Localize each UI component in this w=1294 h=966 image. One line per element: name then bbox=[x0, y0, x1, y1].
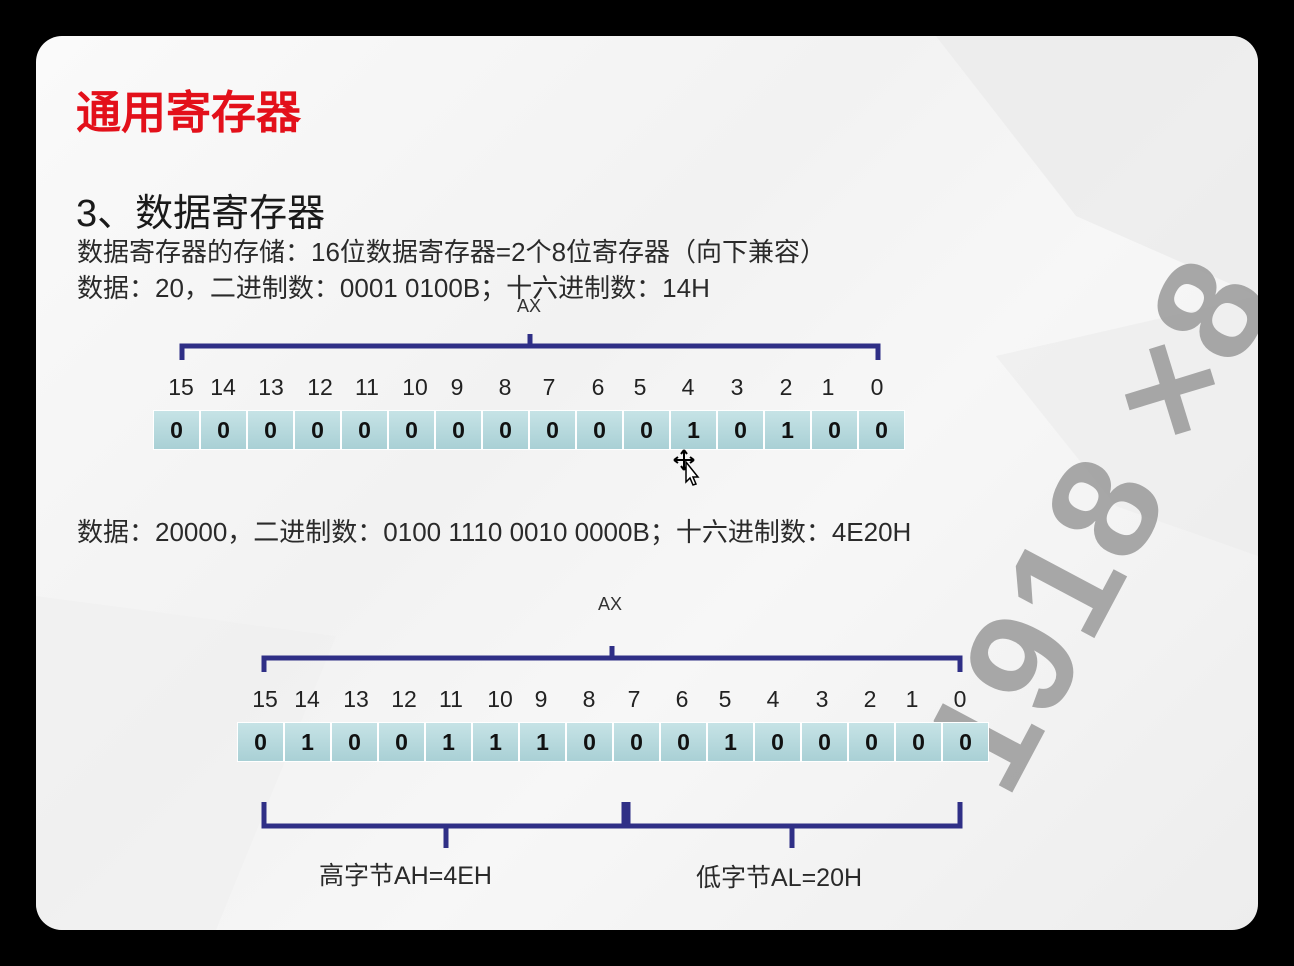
bit-cell: 0 bbox=[482, 410, 529, 450]
bit-number: 1 bbox=[905, 686, 919, 712]
bit-cell: 0 bbox=[331, 722, 378, 762]
move-cursor-icon bbox=[673, 449, 700, 486]
bit-cell: 0 bbox=[566, 722, 613, 762]
bit-cell: 1 bbox=[472, 722, 519, 762]
bit-cell: 0 bbox=[294, 410, 341, 450]
bit-cell: 0 bbox=[388, 410, 435, 450]
slide: 1918 ×8 通用寄存器 3、数据寄存器 数据寄存器的存储：16位数据寄存器=… bbox=[36, 36, 1258, 930]
bit-cell: 0 bbox=[237, 722, 284, 762]
bit-number: 7 bbox=[627, 686, 641, 712]
bit-numbers-2: 15 14 13 12 11 10 9 8 7 6 5 4 3 2 1 0 bbox=[36, 686, 1258, 716]
high-byte-brace bbox=[261, 802, 627, 848]
bit-number: 8 bbox=[582, 686, 596, 712]
bit-cell: 1 bbox=[707, 722, 754, 762]
bit-cell: 1 bbox=[284, 722, 331, 762]
bit-number: 5 bbox=[633, 374, 647, 400]
ax-brace-1 bbox=[179, 334, 881, 360]
bit-cell: 1 bbox=[764, 410, 811, 450]
ax-label-1: AX bbox=[517, 296, 542, 316]
bit-number: 12 bbox=[391, 686, 417, 712]
bit-number: 4 bbox=[766, 686, 780, 712]
bit-cell: 0 bbox=[848, 722, 895, 762]
bit-number: 14 bbox=[210, 374, 236, 400]
bit-numbers-1: 15 14 13 12 11 10 9 8 7 6 5 4 3 2 1 0 bbox=[36, 374, 1258, 404]
bit-number: 6 bbox=[675, 686, 689, 712]
bit-number: 13 bbox=[258, 374, 284, 400]
bit-number: 14 bbox=[294, 686, 320, 712]
bit-cell: 0 bbox=[623, 410, 670, 450]
slide-title: 通用寄存器 bbox=[76, 86, 302, 139]
register-ax-2: 0100111000100000 bbox=[237, 722, 989, 764]
bit-cell: 0 bbox=[247, 410, 294, 450]
bit-cell: 0 bbox=[811, 410, 858, 450]
bit-cell: 0 bbox=[754, 722, 801, 762]
register-ax-1: 0000000000010100 bbox=[153, 410, 905, 452]
bit-cell: 0 bbox=[942, 722, 989, 762]
bit-cell: 1 bbox=[425, 722, 472, 762]
bit-number: 1 bbox=[821, 374, 835, 400]
bit-number: 9 bbox=[534, 686, 548, 712]
low-byte-brace bbox=[625, 802, 963, 848]
low-byte-label: 低字节AL=20H bbox=[696, 864, 863, 892]
bit-number: 3 bbox=[815, 686, 829, 712]
bit-cell: 0 bbox=[717, 410, 764, 450]
bit-number: 2 bbox=[863, 686, 877, 712]
bit-number: 2 bbox=[779, 374, 793, 400]
bit-cell: 0 bbox=[341, 410, 388, 450]
bit-number: 13 bbox=[343, 686, 369, 712]
bit-cell: 0 bbox=[435, 410, 482, 450]
bit-number: 4 bbox=[681, 374, 695, 400]
storage-description: 数据寄存器的存储：16位数据寄存器=2个8位寄存器（向下兼容） bbox=[77, 237, 827, 267]
bit-cell: 0 bbox=[576, 410, 623, 450]
bit-cell: 0 bbox=[660, 722, 707, 762]
example2-text: 数据：20000，二进制数：0100 1110 0010 0000B；十六进制数… bbox=[77, 517, 912, 547]
bit-number: 11 bbox=[355, 374, 379, 400]
bit-cell: 1 bbox=[519, 722, 566, 762]
bit-number: 5 bbox=[718, 686, 732, 712]
bit-number: 12 bbox=[307, 374, 333, 400]
bit-number: 8 bbox=[498, 374, 512, 400]
bit-number: 10 bbox=[487, 686, 513, 712]
ax-label-2: AX bbox=[598, 594, 623, 614]
bit-cell: 1 bbox=[670, 410, 717, 450]
bit-cell: 0 bbox=[378, 722, 425, 762]
bit-cell: 0 bbox=[895, 722, 942, 762]
bit-number: 15 bbox=[168, 374, 194, 400]
bit-number: 9 bbox=[450, 374, 464, 400]
section-heading: 3、数据寄存器 bbox=[76, 193, 326, 235]
bit-number: 6 bbox=[591, 374, 605, 400]
bit-number: 0 bbox=[870, 374, 884, 400]
bit-cell: 0 bbox=[153, 410, 200, 450]
bit-number: 15 bbox=[252, 686, 278, 712]
bit-number: 10 bbox=[402, 374, 428, 400]
bit-number: 7 bbox=[542, 374, 556, 400]
bit-cell: 0 bbox=[801, 722, 848, 762]
ax-brace-2 bbox=[261, 646, 963, 672]
bit-cell: 0 bbox=[529, 410, 576, 450]
example1-text: 数据：20，二进制数：0001 0100B；十六进制数：14H bbox=[77, 273, 710, 303]
bit-cell: 0 bbox=[858, 410, 905, 450]
bit-cell: 0 bbox=[200, 410, 247, 450]
bit-number: 0 bbox=[953, 686, 967, 712]
bit-number: 3 bbox=[730, 374, 744, 400]
bit-number: 11 bbox=[439, 686, 463, 712]
high-byte-label: 高字节AH=4EH bbox=[319, 862, 492, 890]
bit-cell: 0 bbox=[613, 722, 660, 762]
